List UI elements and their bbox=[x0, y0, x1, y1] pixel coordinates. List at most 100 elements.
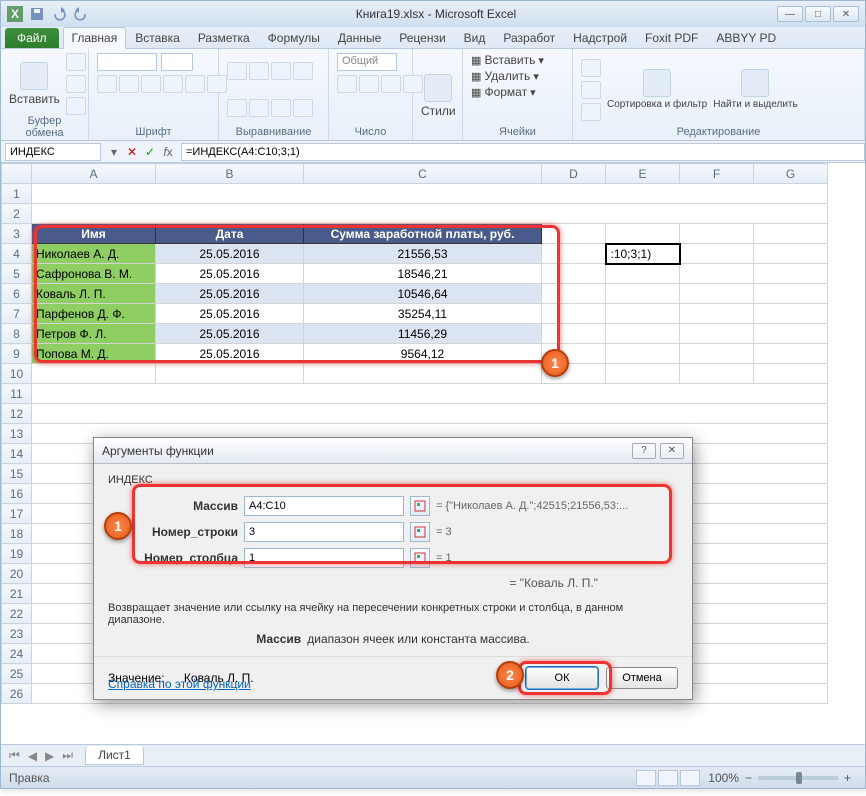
table-row[interactable]: Петров Ф. Л. bbox=[32, 324, 156, 344]
tab-data[interactable]: Данные bbox=[329, 27, 390, 48]
cells-insert[interactable]: ▦ Вставить ▾ bbox=[471, 53, 544, 67]
copy-icon[interactable] bbox=[66, 75, 86, 93]
tab-formulas[interactable]: Формулы bbox=[259, 27, 329, 48]
underline-button[interactable] bbox=[141, 75, 161, 93]
dialog-help-button[interactable]: ? bbox=[632, 443, 656, 459]
arg-row-input[interactable] bbox=[244, 522, 404, 542]
comma-icon[interactable] bbox=[381, 75, 401, 93]
number-format-select[interactable]: Общий bbox=[337, 53, 397, 71]
tab-review[interactable]: Рецензи bbox=[390, 27, 454, 48]
zoom-in-icon[interactable]: + bbox=[844, 771, 851, 785]
maximize-button[interactable]: □ bbox=[805, 6, 831, 22]
file-tab[interactable]: Файл bbox=[5, 28, 59, 48]
zoom-level[interactable]: 100% bbox=[708, 771, 739, 785]
tab-developer[interactable]: Разработ bbox=[494, 27, 564, 48]
active-cell[interactable]: :10;3;1) bbox=[606, 244, 680, 264]
ok-button[interactable]: ОК bbox=[526, 667, 598, 689]
formula-input[interactable] bbox=[181, 143, 865, 161]
dialog-titlebar[interactable]: Аргументы функции ? ✕ bbox=[94, 438, 692, 464]
sort-filter-button[interactable]: Сортировка и фильтр bbox=[607, 69, 707, 110]
wrap-text-icon[interactable] bbox=[293, 62, 313, 80]
sheet-nav-prev-icon[interactable]: ◀ bbox=[28, 749, 37, 763]
sheet-nav-first-icon[interactable]: ⏮ bbox=[9, 748, 20, 763]
tab-layout[interactable]: Разметка bbox=[189, 27, 259, 48]
percent-icon[interactable] bbox=[359, 75, 379, 93]
undo-icon[interactable] bbox=[51, 6, 67, 22]
table-row[interactable]: Парфенов Д. Ф. bbox=[32, 304, 156, 324]
cells-delete[interactable]: ▦ Удалить ▾ bbox=[471, 69, 539, 83]
table-row[interactable]: Николаев А. Д. bbox=[32, 244, 156, 264]
name-box-dropdown-icon[interactable]: ▾ bbox=[105, 143, 123, 161]
col-A[interactable]: A bbox=[32, 164, 156, 184]
sheet-nav-next-icon[interactable]: ▶ bbox=[45, 749, 54, 763]
arg-array-input[interactable] bbox=[244, 496, 404, 516]
fill-color-button[interactable] bbox=[185, 75, 205, 93]
align-top-icon[interactable] bbox=[227, 62, 247, 80]
font-size[interactable] bbox=[161, 53, 193, 71]
arg-col-input[interactable] bbox=[244, 548, 404, 568]
minimize-button[interactable]: — bbox=[777, 6, 803, 22]
cut-icon[interactable] bbox=[66, 53, 86, 71]
save-icon[interactable] bbox=[29, 6, 45, 22]
currency-icon[interactable] bbox=[337, 75, 357, 93]
row-1[interactable]: 1 bbox=[2, 184, 32, 204]
fill-icon[interactable] bbox=[581, 81, 601, 99]
header-sum[interactable]: Сумма заработной платы, руб. bbox=[304, 224, 542, 244]
ref-select-icon[interactable] bbox=[410, 496, 430, 516]
zoom-out-icon[interactable]: − bbox=[745, 771, 752, 785]
row-2[interactable]: 2 bbox=[2, 204, 32, 224]
border-button[interactable] bbox=[163, 75, 183, 93]
table-row[interactable]: Попова М. Д. bbox=[32, 344, 156, 364]
tab-foxit[interactable]: Foxit PDF bbox=[636, 27, 707, 48]
view-normal-icon[interactable] bbox=[636, 770, 656, 786]
table-row[interactable]: Коваль Л. П. bbox=[32, 284, 156, 304]
header-name[interactable]: Имя bbox=[32, 224, 156, 244]
dialog-close-button[interactable]: ✕ bbox=[660, 443, 684, 459]
cells-format[interactable]: ▦ Формат ▾ bbox=[471, 85, 536, 99]
cancel-formula-icon[interactable]: ✕ bbox=[123, 143, 141, 161]
col-B[interactable]: B bbox=[156, 164, 304, 184]
ref-select-icon[interactable] bbox=[410, 522, 430, 542]
table-row[interactable]: Сафронова В. М. bbox=[32, 264, 156, 284]
align-bottom-icon[interactable] bbox=[271, 62, 291, 80]
clear-icon[interactable] bbox=[581, 103, 601, 121]
tab-abbyy[interactable]: ABBYY PD bbox=[707, 27, 785, 48]
align-right-icon[interactable] bbox=[271, 99, 291, 117]
row-3[interactable]: 3 bbox=[2, 224, 32, 244]
help-link[interactable]: Справка по этой функции bbox=[108, 677, 251, 691]
select-all[interactable] bbox=[2, 164, 32, 184]
fx-icon[interactable]: fx bbox=[159, 143, 177, 161]
paste-button[interactable]: Вставить bbox=[9, 62, 60, 106]
view-page-icon[interactable] bbox=[658, 770, 678, 786]
styles-button[interactable]: Стили bbox=[421, 74, 456, 118]
ref-select-icon[interactable] bbox=[410, 548, 430, 568]
sheet-tab-1[interactable]: Лист1 bbox=[85, 746, 144, 765]
tab-insert[interactable]: Вставка bbox=[126, 27, 189, 48]
accept-formula-icon[interactable]: ✓ bbox=[141, 143, 159, 161]
find-select-button[interactable]: Найти и выделить bbox=[713, 69, 797, 110]
align-left-icon[interactable] bbox=[227, 99, 247, 117]
close-button[interactable]: ✕ bbox=[833, 6, 859, 22]
tab-view[interactable]: Вид bbox=[455, 27, 495, 48]
col-G[interactable]: G bbox=[754, 164, 828, 184]
tab-home[interactable]: Главная bbox=[63, 27, 127, 49]
format-painter-icon[interactable] bbox=[66, 97, 86, 115]
col-F[interactable]: F bbox=[680, 164, 754, 184]
name-box[interactable] bbox=[5, 143, 101, 161]
tab-addins[interactable]: Надстрой bbox=[564, 27, 636, 48]
col-D[interactable]: D bbox=[542, 164, 606, 184]
merge-icon[interactable] bbox=[293, 99, 313, 117]
redo-icon[interactable] bbox=[73, 6, 89, 22]
view-break-icon[interactable] bbox=[680, 770, 700, 786]
sheet-nav-last-icon[interactable]: ⏭ bbox=[62, 748, 73, 763]
bold-button[interactable] bbox=[97, 75, 117, 93]
header-date[interactable]: Дата bbox=[156, 224, 304, 244]
cancel-button[interactable]: Отмена bbox=[606, 667, 678, 689]
align-middle-icon[interactable] bbox=[249, 62, 269, 80]
col-C[interactable]: C bbox=[304, 164, 542, 184]
align-center-icon[interactable] bbox=[249, 99, 269, 117]
italic-button[interactable] bbox=[119, 75, 139, 93]
autosum-icon[interactable] bbox=[581, 59, 601, 77]
font-select[interactable] bbox=[97, 53, 157, 71]
col-E[interactable]: E bbox=[606, 164, 680, 184]
